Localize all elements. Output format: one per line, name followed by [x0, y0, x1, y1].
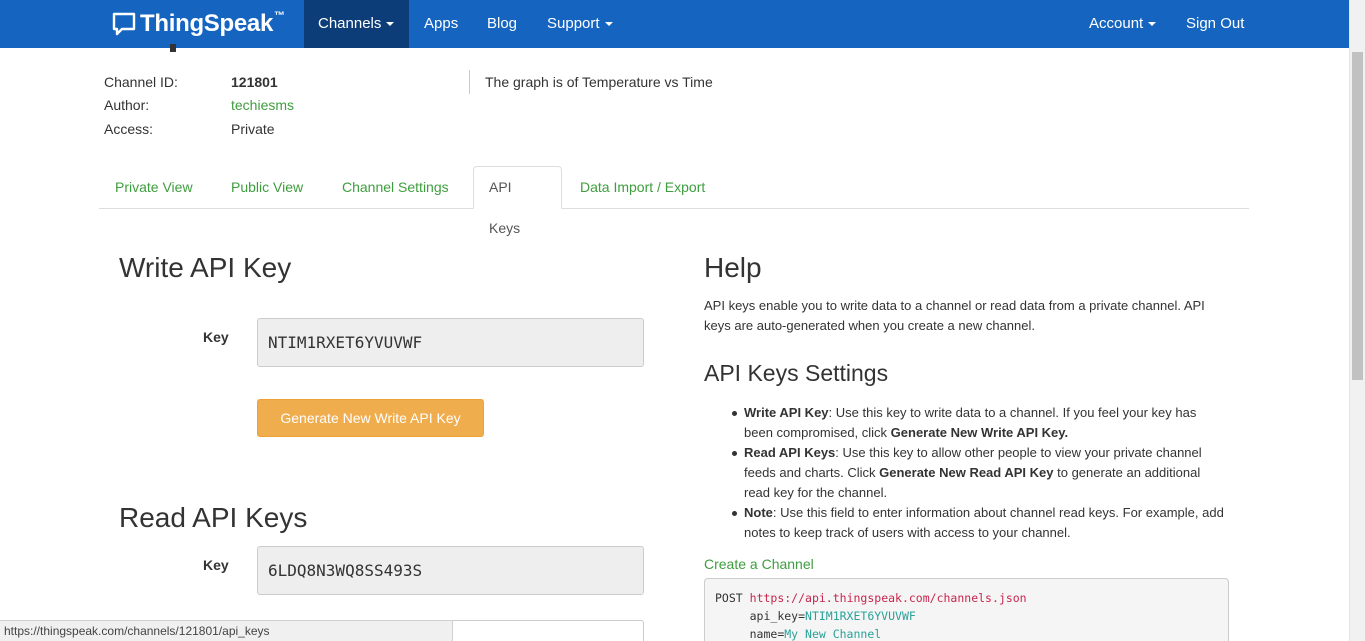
- code-method: POST: [715, 591, 743, 605]
- code-url: https://api.thingspeak.com/channels.json: [749, 591, 1027, 605]
- channel-id-value: 121801: [231, 74, 278, 90]
- code-param-value: My New Channel: [784, 627, 882, 641]
- tab-public-view[interactable]: Public View: [216, 166, 318, 209]
- brand-name: ThingSpeak: [140, 10, 274, 37]
- nav-blog-label: Blog: [487, 15, 518, 32]
- access-value: Private: [231, 121, 275, 137]
- create-channel-link[interactable]: Create a Channel: [704, 556, 814, 572]
- nav-support-label: Support: [547, 15, 600, 32]
- bullet-icon: [732, 511, 737, 516]
- bullet-icon: [732, 411, 737, 416]
- api-keys-settings-heading: API Keys Settings: [704, 360, 889, 386]
- code-param-key: name=: [749, 627, 785, 641]
- tab-data-import-export[interactable]: Data Import / Export: [565, 166, 720, 209]
- nav-support[interactable]: Support: [533, 0, 627, 48]
- tab-private-view[interactable]: Private View: [100, 166, 208, 209]
- caret-down-icon: [1148, 22, 1157, 27]
- code-param-value: NTIM1RXET6YVUVWF: [805, 609, 916, 623]
- brand-logo[interactable]: ThingSpeak ™: [112, 8, 285, 40]
- tab-api-keys[interactable]: API Keys: [473, 166, 562, 236]
- help-bold: Generate New Write API Key.: [890, 425, 1069, 440]
- nav-blog[interactable]: Blog: [473, 0, 531, 48]
- author-label: Author:: [104, 97, 150, 113]
- help-bold: Generate New Read API Key: [879, 465, 1054, 480]
- channel-title-fragment: [170, 44, 176, 52]
- nav-apps[interactable]: Apps: [410, 0, 472, 48]
- tab-channel-settings[interactable]: Channel Settings: [327, 166, 464, 209]
- help-term: Write API Key: [744, 405, 829, 420]
- help-term: Note: [744, 505, 773, 520]
- scrollbar-thumb[interactable]: [1352, 52, 1363, 380]
- nav-apps-label: Apps: [424, 15, 459, 32]
- nav-sign-out[interactable]: Sign Out: [1172, 0, 1258, 48]
- list-item: Write API Key: Use this key to write dat…: [704, 403, 1224, 443]
- generate-write-key-button[interactable]: Generate New Write API Key: [257, 399, 484, 437]
- write-key-field[interactable]: NTIM1RXET6YVUVWF: [257, 318, 644, 367]
- channel-id-label: Channel ID:: [104, 74, 178, 90]
- top-navbar: ThingSpeak ™ Channels Apps Blog Support …: [0, 0, 1349, 48]
- nav-account[interactable]: Account: [1075, 0, 1170, 48]
- speech-bubble-icon: [112, 12, 136, 36]
- read-keys-heading: Read API Keys: [119, 502, 308, 533]
- list-item: Read API Keys: Use this key to allow oth…: [704, 443, 1224, 503]
- channel-description: The graph is of Temperature vs Time: [485, 74, 713, 90]
- caret-down-icon: [604, 22, 613, 27]
- read-key-label: Key: [203, 557, 229, 573]
- write-key-label: Key: [203, 329, 229, 345]
- info-divider: [469, 70, 470, 94]
- access-label: Access:: [104, 121, 154, 137]
- brand-trademark: ™: [274, 10, 286, 22]
- nav-channels[interactable]: Channels: [304, 0, 409, 48]
- help-intro: API keys enable you to write data to a c…: [704, 298, 1205, 333]
- browser-status-bar: https://thingspeak.com/channels/121801/a…: [0, 620, 453, 641]
- list-item: Note: Use this field to enter informatio…: [704, 503, 1224, 543]
- nav-channels-label: Channels: [318, 15, 382, 32]
- help-settings-list: Write API Key: Use this key to write dat…: [704, 403, 1224, 543]
- code-param-key: api_key=: [749, 609, 806, 623]
- page-scrollbar[interactable]: [1349, 0, 1365, 641]
- nav-account-label: Account: [1089, 15, 1144, 32]
- author-link[interactable]: techiesms: [231, 97, 294, 113]
- caret-down-icon: [386, 22, 395, 27]
- write-key-heading: Write API Key: [119, 252, 292, 283]
- help-term: Read API Keys: [744, 445, 836, 460]
- help-heading: Help: [704, 252, 762, 283]
- code-example: POST https://api.thingspeak.com/channels…: [704, 578, 1229, 641]
- read-key-field[interactable]: 6LDQ8N3WQ8SS493S: [257, 546, 644, 595]
- bullet-icon: [732, 451, 737, 456]
- help-text: : Use this field to enter information ab…: [744, 505, 1224, 540]
- nav-sign-out-label: Sign Out: [1186, 15, 1245, 32]
